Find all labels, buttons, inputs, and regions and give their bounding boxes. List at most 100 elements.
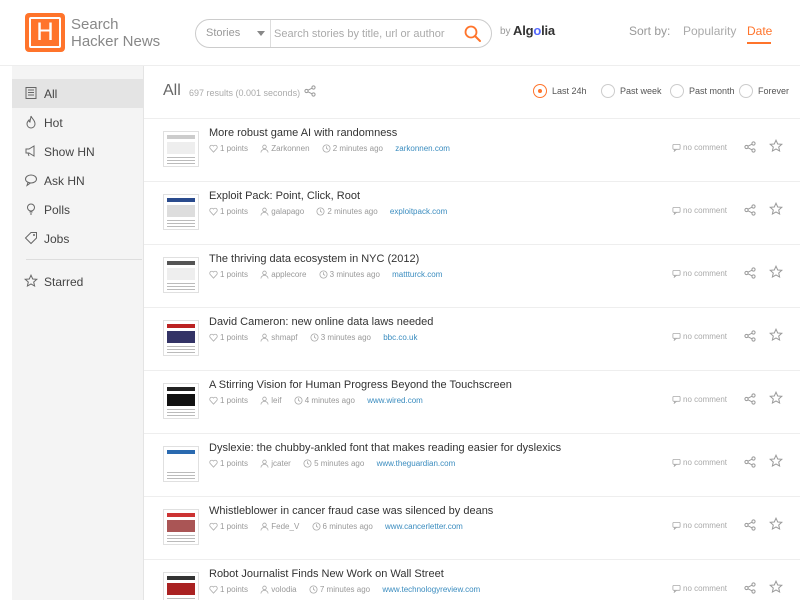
range-past-week[interactable]: Past week — [601, 84, 665, 98]
story-author[interactable]: Fede_V — [260, 522, 299, 531]
story-comments[interactable]: no comment — [672, 143, 727, 153]
story-title[interactable]: David Cameron: new online data laws need… — [209, 316, 433, 328]
share-icon[interactable] — [744, 267, 756, 279]
story-comments[interactable]: no comment — [672, 269, 727, 279]
share-icon[interactable] — [744, 330, 756, 342]
heart-icon[interactable] — [209, 207, 218, 217]
story-author[interactable]: volodia — [260, 585, 297, 594]
story-time[interactable]: 5 minutes ago — [303, 459, 364, 468]
story-author[interactable]: galapago — [260, 207, 304, 216]
star-icon[interactable] — [769, 517, 783, 531]
story-title[interactable]: A Stirring Vision for Human Progress Bey… — [209, 379, 512, 391]
story-points[interactable]: 1 points — [209, 270, 248, 279]
sidebar-item-polls[interactable]: Polls — [12, 195, 143, 224]
story-points[interactable]: 1 points — [209, 207, 248, 216]
story-url[interactable]: www.cancerletter.com — [385, 522, 463, 531]
star-icon[interactable] — [769, 265, 783, 279]
story-title[interactable]: Whistleblower in cancer fraud case was s… — [209, 505, 493, 517]
story-thumbnail[interactable] — [163, 131, 199, 167]
sort-popularity-tab[interactable]: Popularity — [683, 24, 736, 38]
story-comments[interactable]: no comment — [672, 395, 727, 405]
heart-icon[interactable] — [209, 396, 218, 406]
story-time[interactable]: 2 minutes ago — [322, 144, 383, 153]
sidebar-item-hot[interactable]: Hot — [12, 108, 143, 137]
star-icon[interactable] — [769, 391, 783, 405]
story-title[interactable]: Dyslexie: the chubby-ankled font that ma… — [209, 442, 561, 454]
sidebar-item-starred[interactable]: Starred — [12, 267, 143, 296]
story-title[interactable]: Exploit Pack: Point, Click, Root — [209, 190, 360, 202]
heart-icon[interactable] — [209, 144, 218, 154]
algolia-logo[interactable]: Algolia — [513, 23, 555, 38]
story-points[interactable]: 1 points — [209, 333, 248, 342]
story-time[interactable]: 4 minutes ago — [294, 396, 355, 405]
story-thumbnail[interactable] — [163, 383, 199, 419]
story-url[interactable]: www.wired.com — [367, 396, 423, 405]
star-icon[interactable] — [769, 580, 783, 594]
star-icon[interactable] — [769, 328, 783, 342]
story-comments[interactable]: no comment — [672, 584, 727, 594]
search-input[interactable] — [274, 24, 459, 43]
story-time[interactable]: 6 minutes ago — [312, 522, 373, 531]
sidebar-item-ask-hn[interactable]: Ask HN — [12, 166, 143, 195]
heart-icon[interactable] — [209, 522, 218, 532]
story-url[interactable]: www.theguardian.com — [377, 459, 456, 468]
search-icon[interactable] — [463, 24, 483, 44]
range-last-24h[interactable]: Last 24h — [533, 84, 593, 98]
story-points[interactable]: 1 points — [209, 396, 248, 405]
story-author[interactable]: shmapf — [260, 333, 298, 342]
story-points[interactable]: 1 points — [209, 522, 248, 531]
sidebar-item-all[interactable]: All — [12, 79, 143, 108]
story-comments[interactable]: no comment — [672, 332, 727, 342]
story-url[interactable]: zarkonnen.com — [395, 144, 450, 153]
heart-icon[interactable] — [209, 459, 218, 469]
story-author[interactable]: leif — [260, 396, 282, 405]
share-icon[interactable] — [304, 85, 316, 97]
heart-icon[interactable] — [209, 585, 218, 595]
story-author[interactable]: applecore — [260, 270, 306, 279]
story-title[interactable]: Robot Journalist Finds New Work on Wall … — [209, 568, 444, 580]
star-icon[interactable] — [769, 454, 783, 468]
heart-icon[interactable] — [209, 270, 218, 280]
search-type-select[interactable]: Stories — [196, 20, 271, 47]
sidebar-item-show-hn[interactable]: Show HN — [12, 137, 143, 166]
story-thumbnail[interactable] — [163, 509, 199, 545]
sort-date-tab[interactable]: Date — [747, 24, 772, 38]
story-thumbnail[interactable] — [163, 194, 199, 230]
hn-logo[interactable]: H — [25, 13, 65, 52]
share-icon[interactable] — [744, 393, 756, 405]
story-comments[interactable]: no comment — [672, 458, 727, 468]
star-icon[interactable] — [769, 202, 783, 216]
range-past-month[interactable]: Past month — [670, 84, 735, 98]
story-title[interactable]: More robust game AI with randomness — [209, 127, 397, 139]
story-thumbnail[interactable] — [163, 257, 199, 293]
story-time[interactable]: 7 minutes ago — [309, 585, 370, 594]
story-thumbnail[interactable] — [163, 572, 199, 600]
share-icon[interactable] — [744, 519, 756, 531]
heart-icon[interactable] — [209, 333, 218, 343]
story-comments[interactable]: no comment — [672, 521, 727, 531]
story-author[interactable]: Zarkonnen — [260, 144, 310, 153]
brand-name[interactable]: Search Hacker News — [71, 16, 160, 50]
star-icon[interactable] — [769, 139, 783, 153]
share-icon[interactable] — [744, 582, 756, 594]
story-url[interactable]: mattturck.com — [392, 270, 442, 279]
share-icon[interactable] — [744, 141, 756, 153]
story-time[interactable]: 2 minutes ago — [316, 207, 378, 216]
story-time[interactable]: 3 minutes ago — [319, 270, 380, 279]
share-icon[interactable] — [744, 456, 756, 468]
sidebar-item-jobs[interactable]: Jobs — [12, 224, 143, 253]
story-title[interactable]: The thriving data ecosystem in NYC (2012… — [209, 253, 419, 265]
story-points[interactable]: 1 points — [209, 585, 248, 594]
story-thumbnail[interactable] — [163, 320, 199, 356]
story-url[interactable]: www.technologyreview.com — [382, 585, 480, 594]
story-points[interactable]: 1 points — [209, 459, 248, 468]
story-comments[interactable]: no comment — [672, 206, 727, 216]
story-url[interactable]: bbc.co.uk — [383, 333, 417, 342]
range-forever[interactable]: Forever — [739, 84, 791, 98]
story-points[interactable]: 1 points — [209, 144, 248, 153]
story-time[interactable]: 3 minutes ago — [310, 333, 371, 342]
story-author[interactable]: jcater — [260, 459, 291, 468]
share-icon[interactable] — [744, 204, 756, 216]
story-thumbnail[interactable] — [163, 446, 199, 482]
story-url[interactable]: exploitpack.com — [390, 207, 447, 216]
